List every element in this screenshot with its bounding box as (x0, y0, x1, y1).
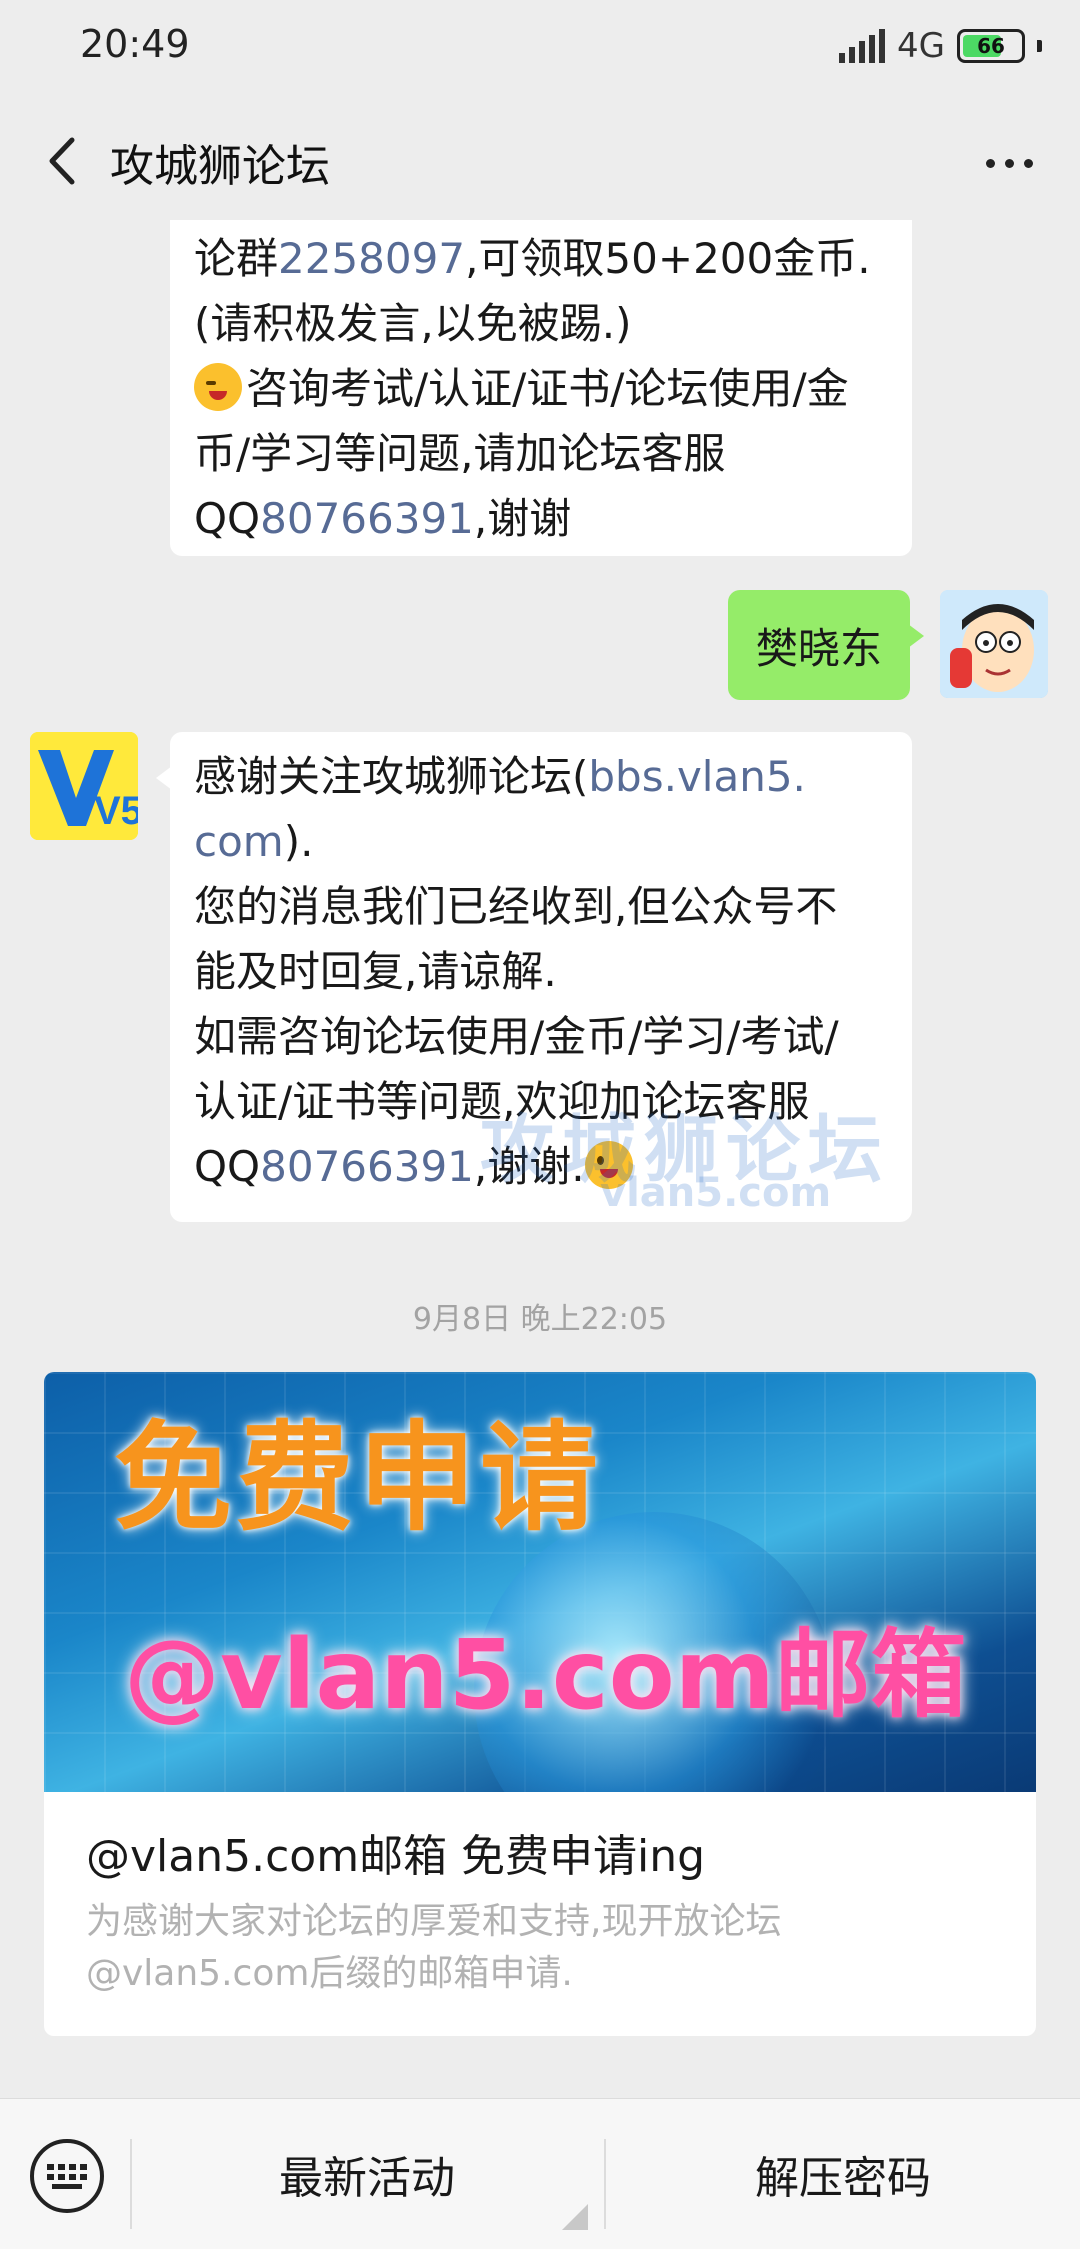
status-bar: 20:49 4G 66 (0, 0, 1080, 100)
bottom-menu-bar: 最新活动 解压密码 (0, 2098, 1080, 2249)
network-type: 4G (897, 26, 945, 66)
menu-unzip-password[interactable]: 解压密码 (606, 2099, 1080, 2249)
banner-title: 免费申请 (114, 1409, 603, 1547)
menu-latest-activity[interactable]: 最新活动 (132, 2099, 602, 2249)
chat-title: 攻城狮论坛 (110, 141, 330, 192)
more-icon[interactable] (974, 128, 1044, 198)
forum-link[interactable]: bbs.vlan5. (588, 752, 806, 801)
status-time: 20:49 (80, 22, 190, 66)
signal-icon (839, 29, 886, 63)
battery-icon: 66 (957, 29, 1025, 63)
forum-link-cont[interactable]: com (194, 817, 284, 866)
qq-group-link[interactable]: 2258097 (278, 234, 465, 283)
battery-tip (1037, 40, 1042, 52)
status-icons: 4G 66 (839, 26, 1042, 66)
article-title: @vlan5.com邮箱 免费申请ing (86, 1831, 706, 1882)
article-banner: 免费申请 @vlan5.com邮箱 (44, 1372, 1036, 1792)
qq-link[interactable]: 80766391 (260, 494, 474, 543)
article-description: 为感谢大家对论坛的厚爱和支持,现开放论坛 @vlan5.com后缀的邮箱申请. (86, 1901, 782, 1994)
user-message-text: 樊晓东 (755, 623, 882, 673)
timestamp: 9月8日 晚上22:05 (412, 1302, 668, 1337)
nav-bar: 攻城狮论坛 (0, 100, 1080, 220)
user-avatar[interactable] (940, 590, 1048, 698)
wink-emoji-icon (194, 363, 242, 411)
bot-avatar[interactable]: V5 (30, 732, 138, 840)
bot-avatar-text: V5 (94, 789, 138, 833)
qq-link-2[interactable]: 80766391 (260, 1142, 474, 1191)
back-arrow-icon[interactable] (30, 126, 100, 196)
menu-indicator (562, 2204, 588, 2230)
user-message-bubble: 樊晓东 (728, 590, 924, 700)
banner-subtitle: @vlan5.com邮箱 (124, 1619, 967, 1731)
message-bubble: 论群2258097,可领取50+200金币. (请积极发言,以免被踢.) 咨询考… (170, 220, 912, 556)
keyboard-icon[interactable] (30, 2139, 104, 2213)
article-card[interactable]: 免费申请 @vlan5.com邮箱 @vlan5.com邮箱 免费申请ing 为… (44, 1372, 1036, 2036)
watermark-sub: vlan5.com (600, 1170, 832, 1216)
battery-level: 66 (977, 34, 1005, 58)
chat-area[interactable]: 论群2258097,可领取50+200金币. (请积极发言,以免被踢.) 咨询考… (0, 220, 1080, 2100)
